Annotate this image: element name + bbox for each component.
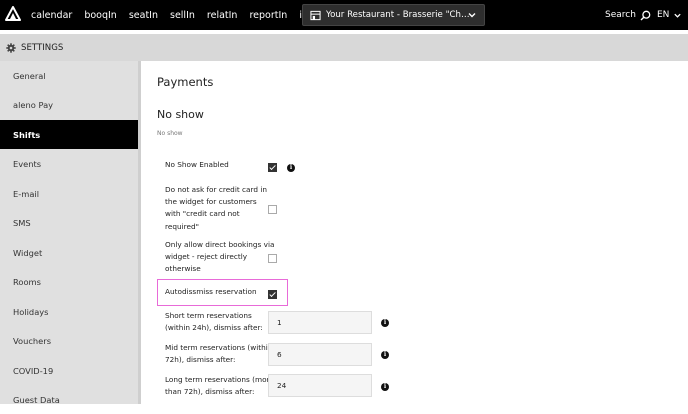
- chevron-down-icon: [468, 13, 476, 18]
- sidebar-item-covid-19[interactable]: COVID-19: [0, 356, 138, 385]
- section-title: No show: [157, 108, 204, 121]
- mid-term-dismiss-input[interactable]: 6: [268, 343, 372, 366]
- language-label: EN: [657, 10, 670, 20]
- info-icon[interactable]: i: [381, 383, 389, 391]
- venue-selector[interactable]: Your Restaurant - Brasserie "Chez Fr...: [302, 4, 485, 26]
- store-icon: [310, 10, 321, 20]
- sidebar-item-shifts[interactable]: Shifts: [0, 120, 138, 149]
- no-credit-card-checkbox[interactable]: [268, 205, 277, 214]
- settings-title: SETTINGS: [21, 42, 64, 53]
- sidebar-item-rooms[interactable]: Rooms: [0, 267, 138, 296]
- search-icon: [640, 10, 651, 20]
- settings-content: Payments No show No show No Show Enabled…: [141, 61, 688, 404]
- sidebar-item-vouchers[interactable]: Vouchers: [0, 326, 138, 355]
- direct-bookings-label: Only allow direct bookings via widget - …: [165, 240, 275, 274]
- search-label: Search: [605, 10, 636, 20]
- no-show-enabled-label: No Show Enabled: [165, 160, 229, 169]
- search-button[interactable]: Search: [605, 0, 651, 30]
- info-icon[interactable]: i: [381, 319, 389, 327]
- info-icon[interactable]: i: [287, 164, 295, 172]
- mid-term-label: Mid term reservations (within 72h), dism…: [165, 343, 273, 365]
- nav-sellin[interactable]: sellIn: [170, 10, 195, 21]
- short-term-label: Short term reservations (within 24h), di…: [165, 311, 263, 333]
- nav-relatin[interactable]: relatIn: [207, 10, 238, 21]
- chevron-down-icon: [674, 13, 682, 18]
- settings-sidebar: General aleno Pay Shifts Events E-mail S…: [0, 61, 138, 405]
- long-term-dismiss-input[interactable]: 24: [268, 374, 372, 397]
- autodismiss-label: Autodissmiss reservation: [165, 287, 257, 296]
- sidebar-item-sms[interactable]: SMS: [0, 208, 138, 237]
- section-subtitle: No show: [157, 130, 183, 137]
- sidebar-item-widget[interactable]: Widget: [0, 238, 138, 267]
- gear-icon: [6, 42, 16, 53]
- autodismiss-checkbox[interactable]: [268, 290, 277, 299]
- sidebar-item-aleno-pay[interactable]: aleno Pay: [0, 90, 138, 119]
- nav-reportin[interactable]: reportIn: [249, 10, 287, 21]
- nav-booqin[interactable]: booqIn: [84, 10, 117, 21]
- short-term-dismiss-input[interactable]: 1: [268, 311, 372, 334]
- aleno-logo-icon[interactable]: [5, 6, 21, 22]
- sidebar-item-events[interactable]: Events: [0, 149, 138, 178]
- no-credit-card-label: Do not ask for credit card in the widget…: [165, 185, 267, 231]
- page-title: Payments: [157, 75, 214, 89]
- nav-seatin[interactable]: seatIn: [129, 10, 158, 21]
- venue-name: Your Restaurant - Brasserie "Chez Fr...: [326, 10, 474, 20]
- language-selector[interactable]: EN: [657, 0, 682, 30]
- long-term-label: Long term reservations (more than 72h), …: [165, 375, 274, 397]
- main-nav: calendar booqIn seatIn sellIn relatIn re…: [31, 0, 336, 30]
- top-navigation-bar: calendar booqIn seatIn sellIn relatIn re…: [0, 0, 688, 30]
- nav-calendar[interactable]: calendar: [31, 10, 72, 21]
- info-icon[interactable]: i: [381, 351, 389, 359]
- sidebar-item-general[interactable]: General: [0, 61, 138, 90]
- sidebar-item-email[interactable]: E-mail: [0, 179, 138, 208]
- settings-header: SETTINGS: [0, 34, 688, 61]
- sidebar-item-holidays[interactable]: Holidays: [0, 297, 138, 326]
- direct-bookings-checkbox[interactable]: [268, 254, 277, 263]
- no-show-enabled-checkbox[interactable]: [268, 163, 277, 172]
- sidebar-item-guest-data[interactable]: Guest Data: [0, 385, 138, 414]
